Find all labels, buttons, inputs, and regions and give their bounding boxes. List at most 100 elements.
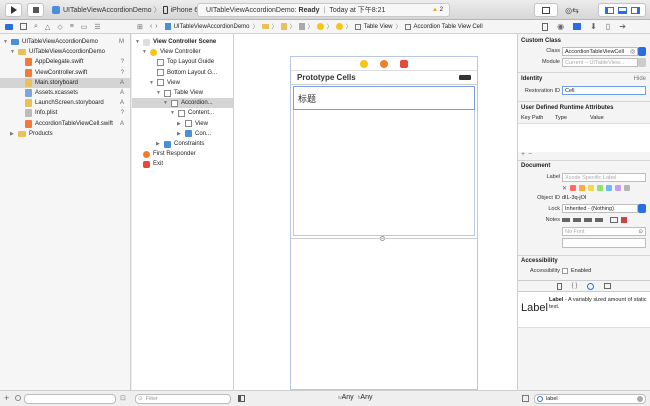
- notes-text-area[interactable]: [562, 238, 646, 248]
- attributes-inspector-icon[interactable]: ⬇: [590, 22, 597, 31]
- outline-item[interactable]: ▶ Con...: [132, 129, 233, 139]
- stop-button[interactable]: [27, 3, 44, 17]
- outline-item[interactable]: ▶ View: [132, 119, 233, 129]
- label-color-swatch[interactable]: [615, 185, 622, 191]
- disclosure-triangle-icon[interactable]: ▼: [135, 39, 143, 45]
- navigator-item[interactable]: ViewController.swift?: [0, 68, 130, 78]
- outline-item[interactable]: ▼ Accordion...: [132, 98, 233, 109]
- disclosure-triangle-icon[interactable]: ▶: [10, 131, 18, 137]
- report-navigator-icon[interactable]: ☰: [94, 23, 100, 31]
- disclosure-triangle-icon[interactable]: ▼: [10, 49, 18, 55]
- navigator-item[interactable]: Assets.xcassets A: [0, 88, 130, 98]
- run-button[interactable]: [5, 3, 22, 17]
- identity-inspector-icon[interactable]: [573, 23, 582, 30]
- jump-crumb-project[interactable]: UITableViewAccordionDemo: [174, 24, 250, 30]
- module-field[interactable]: Current – UITableView...: [562, 58, 638, 67]
- file-inspector-icon[interactable]: [542, 22, 549, 31]
- label-color-swatch[interactable]: [588, 185, 595, 191]
- view-toggle-group[interactable]: [598, 3, 646, 17]
- accordion-cell[interactable]: 标题: [293, 86, 475, 110]
- remove-attribute-icon[interactable]: −: [528, 151, 532, 158]
- navigator-filter-field[interactable]: [24, 394, 116, 404]
- navigator-item[interactable]: ▶ Products: [0, 129, 130, 139]
- project-navigator-icon[interactable]: [5, 23, 13, 30]
- disclosure-triangle-icon[interactable]: ▼: [170, 110, 178, 116]
- forward-icon[interactable]: ›: [155, 23, 157, 30]
- align-left-icon[interactable]: [562, 218, 570, 222]
- breakpoint-navigator-icon[interactable]: ▭: [81, 23, 88, 31]
- debug-navigator-icon[interactable]: ≡: [70, 23, 74, 30]
- outline-item[interactable]: ▼ View: [132, 78, 233, 88]
- class-go-icon[interactable]: ◎: [630, 48, 635, 55]
- disclosure-triangle-icon[interactable]: ▼: [149, 80, 157, 86]
- navigator-item[interactable]: ▼ UITableViewAccordionDemo M: [0, 37, 130, 47]
- navigator-item[interactable]: LaunchScreen.storyboard A: [0, 98, 130, 108]
- outline-item[interactable]: ▶ Constraints: [132, 139, 233, 149]
- col-value[interactable]: Value: [590, 115, 604, 121]
- connections-inspector-icon[interactable]: ➔: [619, 22, 626, 31]
- scm-filter-icon[interactable]: ⊡: [120, 394, 126, 402]
- navigator-item[interactable]: AccordionTableViewCell.swift A: [0, 119, 130, 129]
- scheme-selector[interactable]: UITableViewAccordionDemo 〉 iPhone 6s Plu…: [52, 3, 217, 17]
- module-dropdown-icon[interactable]: [638, 58, 646, 67]
- file-template-icon[interactable]: [556, 282, 562, 290]
- clear-color-icon[interactable]: ✕: [562, 185, 567, 192]
- runtime-attributes-table[interactable]: [518, 124, 650, 152]
- label-color-swatch[interactable]: [579, 185, 586, 191]
- assistant-version-group[interactable]: ◎ ⇆: [560, 3, 584, 17]
- color-picker-icon[interactable]: [621, 217, 627, 223]
- label-color-swatch[interactable]: [570, 185, 577, 191]
- align-justify-icon[interactable]: [595, 218, 603, 222]
- lock-popup[interactable]: Inherited - (Nothing): [562, 204, 638, 213]
- navigator-item[interactable]: Main.storyboard A: [0, 77, 130, 88]
- outline-item[interactable]: ▼ View Controller: [132, 47, 233, 57]
- jump-crumb-tableview[interactable]: Table View: [364, 24, 393, 30]
- restoration-id-field[interactable]: Cell: [562, 86, 646, 95]
- first-responder-dock-icon[interactable]: [380, 59, 388, 68]
- outline-toggle-icon[interactable]: [238, 395, 245, 402]
- library-item-label[interactable]: Label Label - A variably sized amount of…: [518, 292, 650, 328]
- color-well-icon[interactable]: [610, 217, 618, 223]
- related-items-icon[interactable]: ⊞: [137, 23, 143, 31]
- align-right-icon[interactable]: [584, 218, 592, 222]
- warning-indicator[interactable]: ▲ 2: [432, 7, 443, 13]
- disclosure-triangle-icon[interactable]: ▼: [156, 90, 164, 96]
- disclosure-triangle-icon[interactable]: ▼: [163, 100, 171, 106]
- navigator-item[interactable]: ▼ UITableViewAccordionDemo: [0, 47, 130, 57]
- outline-item[interactable]: ▼ Table View: [132, 88, 233, 98]
- table-view[interactable]: [293, 110, 475, 236]
- size-class-control[interactable]: wAny hAny: [338, 394, 372, 401]
- outline-item[interactable]: First Responder: [132, 149, 233, 159]
- disclosure-triangle-icon[interactable]: ▶: [177, 121, 185, 127]
- notes-font-field[interactable]: No Font ⊙: [562, 227, 646, 236]
- outline-item[interactable]: ▼ View Controller Scene: [132, 37, 233, 47]
- outline-item[interactable]: Exit: [132, 159, 233, 169]
- outline-item[interactable]: Bottom Layout G...: [132, 68, 233, 78]
- class-field[interactable]: AccordionTableViewCell: [562, 47, 638, 56]
- outline-item[interactable]: ▼ Content...: [132, 108, 233, 118]
- size-inspector-icon[interactable]: ▯: [606, 22, 610, 31]
- disclosure-triangle-icon[interactable]: ▼: [142, 49, 150, 55]
- object-library-icon[interactable]: [587, 282, 595, 290]
- recent-filter-icon[interactable]: [15, 395, 21, 401]
- storyboard-canvas[interactable]: Prototype Cells 标题: [234, 34, 518, 390]
- doc-label-field[interactable]: Xcode Specific Label: [562, 173, 646, 182]
- exit-dock-icon[interactable]: [400, 59, 408, 68]
- add-icon[interactable]: +: [4, 393, 9, 403]
- navigator-item[interactable]: AppDelegate.swift?: [0, 57, 130, 67]
- add-attribute-icon[interactable]: +: [521, 151, 525, 158]
- hide-link[interactable]: Hide: [634, 76, 646, 82]
- class-dropdown-icon[interactable]: [638, 47, 646, 56]
- col-key-path[interactable]: Key Path: [521, 115, 543, 121]
- cell-title-label[interactable]: 标题: [298, 92, 316, 105]
- quick-help-icon[interactable]: ◉: [557, 22, 564, 31]
- jump-crumb-cell[interactable]: Accordion Table View Cell: [414, 24, 483, 30]
- back-icon[interactable]: ‹: [150, 23, 152, 30]
- font-picker-icon[interactable]: ⊙: [638, 229, 643, 235]
- outline-item[interactable]: Top Layout Guide: [132, 57, 233, 67]
- lock-dropdown-icon[interactable]: [638, 204, 646, 213]
- editor-mode-group[interactable]: [534, 3, 558, 17]
- library-search-field[interactable]: label: [534, 394, 646, 404]
- disclosure-triangle-icon[interactable]: ▶: [156, 141, 164, 147]
- disclosure-triangle-icon[interactable]: ▶: [177, 131, 185, 137]
